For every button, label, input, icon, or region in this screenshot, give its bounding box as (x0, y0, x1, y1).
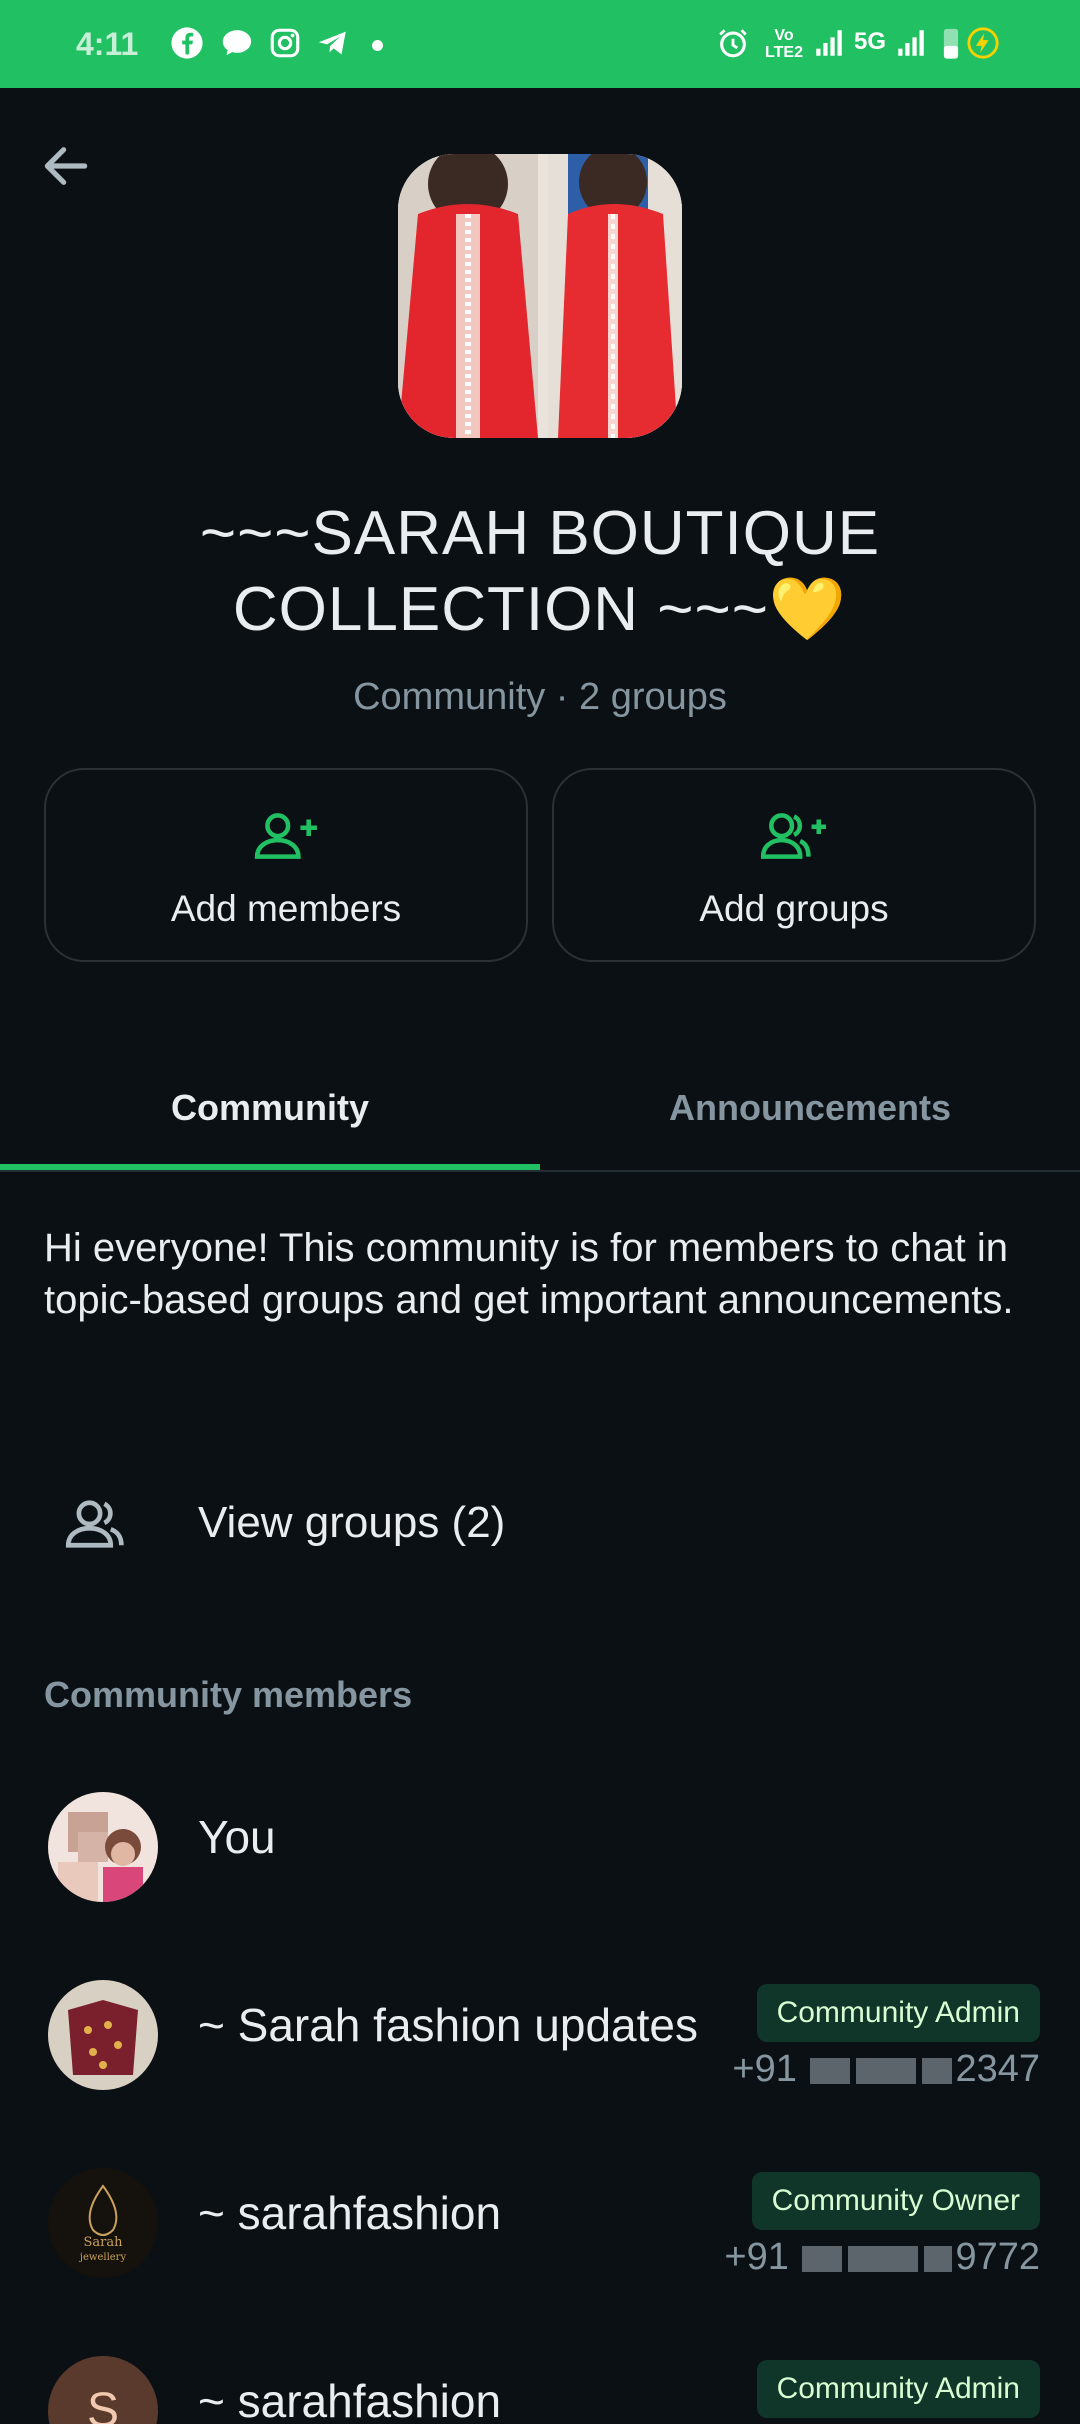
community-title: ~~~SARAH BOUTIQUE COLLECTION ~~~💛 (199, 499, 881, 644)
community-subtitle: Community · 2 groups (353, 676, 727, 718)
network-type: 5G (854, 28, 887, 55)
avatar-logo: Sarah jewellery (48, 2168, 158, 2278)
member-name: ~ Sarah fashion updates (198, 1999, 698, 2051)
role-badge: Community Owner (751, 2172, 1040, 2230)
tab-community[interactable]: Community (0, 1060, 540, 1172)
signal-icon-2 (898, 30, 924, 56)
signal-icon (816, 30, 842, 56)
members-section-header: Community members (44, 1674, 413, 1715)
community-photo[interactable] (398, 154, 682, 438)
add-person-icon (254, 813, 317, 859)
avatar (48, 1792, 158, 1902)
charging-bolt-icon (967, 27, 999, 59)
view-groups-label: View groups (2) (198, 1498, 506, 1547)
groups-icon (65, 1500, 124, 1548)
status-bar: 4:11 Vo LTE2 5G (0, 0, 1080, 88)
boutique-dress-image (398, 154, 682, 438)
svg-text:Sarah: Sarah (84, 2235, 124, 2250)
active-tab-indicator (0, 1164, 540, 1170)
member-row[interactable]: ~ Sarah fashion updates Community Admin … (0, 1980, 1080, 2110)
member-row[interactable]: Sarah jewellery ~ sarahfashion Community… (0, 2168, 1080, 2298)
view-groups-row[interactable]: View groups (2) (0, 1470, 1080, 1580)
avatar (48, 1980, 158, 2090)
status-time: 4:11 (76, 26, 139, 62)
battery-icon (943, 28, 959, 59)
chat-bubble-icon (222, 30, 252, 56)
role-badge: Community Admin (756, 1984, 1040, 2042)
add-members-label: Add members (170, 888, 402, 929)
telegram-icon (318, 31, 346, 55)
member-row-you[interactable]: You (0, 1792, 1080, 1922)
more-notifications-dot (372, 40, 383, 51)
member-phone: +91 9772 (724, 2236, 1040, 2278)
member-row[interactable]: S ~ sarahfashion Community Admin (0, 2356, 1080, 2424)
member-phone: +91 2347 (732, 2048, 1040, 2090)
add-members-button[interactable]: Add members (44, 768, 528, 962)
svg-text:jewellery: jewellery (79, 2252, 127, 2263)
member-name: You (198, 1811, 276, 1863)
member-name: ~ sarahfashion (198, 2375, 502, 2424)
avatar-letter: S (48, 2356, 158, 2424)
tab-announcements[interactable]: Announcements (540, 1060, 1080, 1172)
alarm-icon (719, 29, 747, 58)
add-groups-button[interactable]: Add groups (552, 768, 1036, 962)
add-group-icon (761, 813, 826, 859)
facebook-icon (171, 27, 203, 59)
tab-bar: Community Announcements (0, 1060, 1080, 1172)
community-description: Hi everyone! This community is for membe… (44, 1226, 1014, 1322)
instagram-icon (270, 28, 300, 58)
role-badge: Community Admin (756, 2360, 1040, 2418)
volte-indicator: Vo LTE2 (765, 27, 803, 61)
add-groups-label: Add groups (699, 888, 889, 929)
member-name: ~ sarahfashion (198, 2187, 502, 2239)
back-arrow-icon[interactable] (38, 138, 94, 194)
